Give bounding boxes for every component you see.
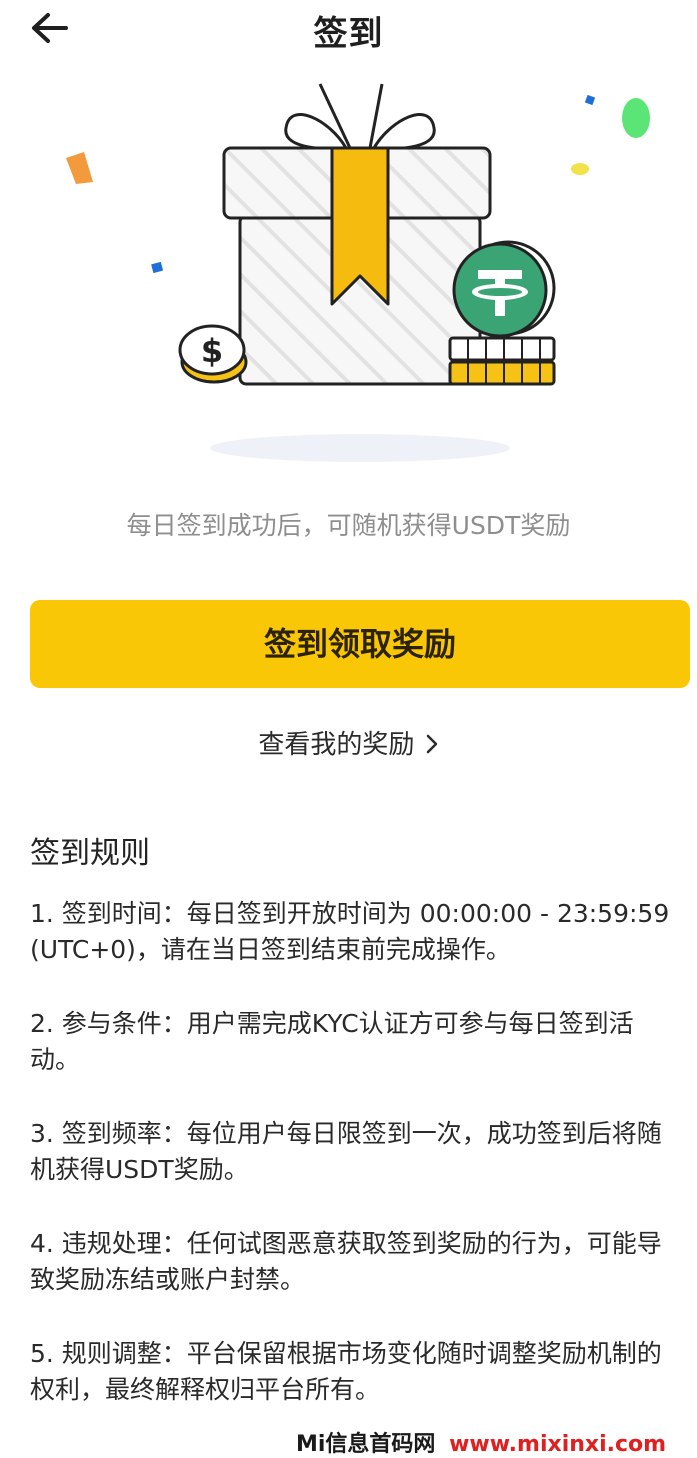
view-rewards-link[interactable]: 查看我的奖励 [0, 724, 697, 761]
rule-item: 1. 签到时间：每日签到开放时间为 00:00:00 - 23:59:59 (U… [30, 899, 670, 964]
claim-reward-button[interactable]: 签到领取奖励 [30, 600, 690, 688]
rules-title: 签到规则 [30, 836, 150, 871]
tether-usdt-icon [452, 240, 556, 338]
confetti-green [622, 98, 650, 138]
shadow [210, 434, 510, 462]
confetti-blue [151, 261, 164, 274]
gift-box-illustration: $ [66, 83, 650, 462]
confetti-yellow [571, 163, 589, 175]
page-title: 签到 [313, 14, 384, 54]
rule-item: 2. 参与条件：用户需完成KYC认证方可参与每日签到活动。 [30, 1009, 634, 1074]
watermark: Mi信息首码网 www.mixinxi.com [296, 1426, 666, 1458]
rule-item: 3. 签到频率：每位用户每日限签到一次，成功签到后将随机获得USDT奖励。 [30, 1119, 662, 1184]
view-rewards-label: 查看我的奖励 [258, 730, 415, 760]
dollar-coin-icon: $ [178, 324, 248, 384]
rule-item: 5. 规则调整：平台保留根据市场变化随时调整奖励机制的权利，最终解释权归平台所有… [30, 1339, 662, 1404]
gift-illustration: $ [0, 70, 697, 470]
chevron-right-icon [426, 734, 437, 754]
coin-stack [448, 336, 556, 386]
svg-text:$: $ [201, 332, 223, 370]
subtitle-text: 每日签到成功后，可随机获得USDT奖励 [126, 511, 571, 540]
confetti-blue-2 [584, 94, 596, 106]
watermark-name: Mi信息首码网 [296, 1432, 436, 1457]
watermark-url: www.mixinxi.com [449, 1432, 667, 1457]
rules-list: 1. 签到时间：每日签到开放时间为 00:00:00 - 23:59:59 (U… [30, 896, 680, 1446]
confetti-orange [66, 152, 93, 184]
header: 签到 [0, 0, 697, 60]
rule-item: 4. 违规处理：任何试图恶意获取签到奖励的行为，可能导致奖励冻结或账户封禁。 [30, 1229, 662, 1294]
